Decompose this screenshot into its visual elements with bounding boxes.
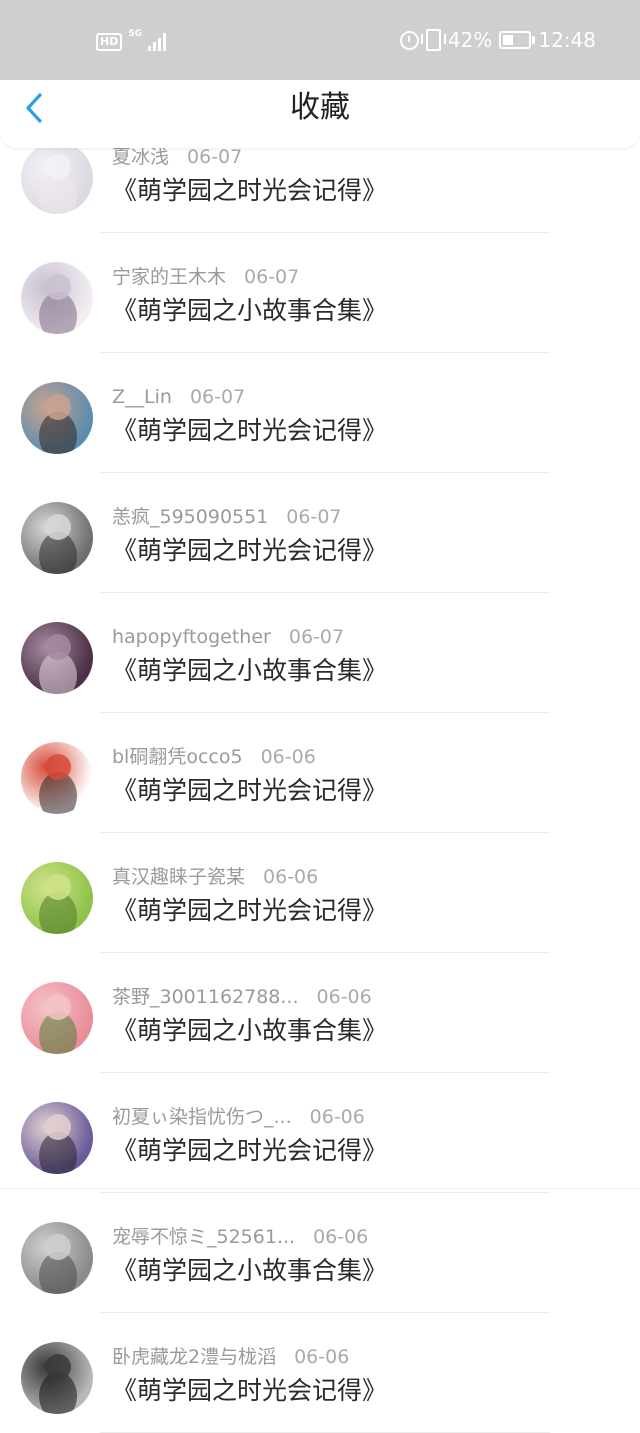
clock: 12:48 <box>538 28 596 52</box>
author-name[interactable]: 卧虎藏龙2澧与栊滔 <box>112 1346 276 1368</box>
story-title[interactable]: 《萌学园之时光会记得》 <box>112 175 387 207</box>
author-line: hapopyftogether 06-07 <box>112 625 344 649</box>
author-line: 宠辱不惊ミ_52561... 06-06 <box>112 1225 368 1249</box>
author-name[interactable]: 真汉趣睐子瓷某 <box>112 866 245 888</box>
list-item[interactable]: 茶野_3001162788... 06-06 《萌学园之小故事合集》 <box>0 953 640 1073</box>
story-title[interactable]: 《萌学园之时光会记得》 <box>112 1135 387 1167</box>
avatar-shape <box>45 154 71 180</box>
hd-icon: HD <box>96 33 123 51</box>
avatar-shape <box>45 634 71 660</box>
avatar[interactable] <box>21 502 93 574</box>
avatar[interactable] <box>21 1102 93 1174</box>
story-title[interactable]: 《萌学园之小故事合集》 <box>112 1015 387 1047</box>
avatar-shape <box>45 1354 71 1380</box>
author-line: 夏冰浅 06-07 <box>112 145 242 169</box>
list-item[interactable]: 初夏ぃ染指忧伤つ_... 06-06 《萌学园之时光会记得》 <box>0 1073 640 1193</box>
author-line: 宁家的王木木 06-07 <box>112 265 299 289</box>
story-title[interactable]: 《萌学园之时光会记得》 <box>112 775 387 807</box>
author-line: 卧虎藏龙2澧与栊滔 06-06 <box>112 1345 349 1369</box>
avatar-shape <box>45 1114 71 1140</box>
avatar-shape <box>45 394 71 420</box>
author-name[interactable]: hapopyftogether <box>112 626 271 648</box>
author-name[interactable]: 初夏ぃ染指忧伤つ_... <box>112 1106 292 1128</box>
avatar-shape <box>45 994 71 1020</box>
avatar-shape <box>45 514 71 540</box>
post-date: 06-06 <box>316 986 372 1008</box>
post-date: 06-07 <box>244 266 300 288</box>
avatar-shape <box>45 1234 71 1260</box>
status-left: HD 5G <box>96 29 166 51</box>
post-date: 06-06 <box>313 1226 369 1248</box>
author-name[interactable]: 恙疯_595090551 <box>112 506 268 528</box>
avatar-shape <box>45 754 71 780</box>
author-line: 真汉趣睐子瓷某 06-06 <box>112 865 318 889</box>
author-name[interactable]: Z__Lin <box>112 386 172 408</box>
story-title[interactable]: 《萌学园之时光会记得》 <box>112 415 387 447</box>
author-name[interactable]: 宠辱不惊ミ_52561... <box>112 1226 295 1248</box>
avatar[interactable] <box>21 862 93 934</box>
list-item[interactable]: Z__Lin 06-07 《萌学园之时光会记得》 <box>0 353 640 473</box>
post-date: 06-06 <box>309 1106 365 1128</box>
author-line: 茶野_3001162788... 06-06 <box>112 985 372 1009</box>
battery-percent: 42% <box>447 28 493 52</box>
list-item[interactable]: hapopyftogether 06-07 《萌学园之小故事合集》 <box>0 593 640 713</box>
battery-icon <box>499 31 536 49</box>
avatar-shape <box>45 874 71 900</box>
author-line: 初夏ぃ染指忧伤つ_... 06-06 <box>112 1105 365 1129</box>
list-item[interactable]: 宁家的王木木 06-07 《萌学园之小故事合集》 <box>0 233 640 353</box>
list-item[interactable]: 宠辱不惊ミ_52561... 06-06 《萌学园之小故事合集》 <box>0 1193 640 1313</box>
author-name[interactable]: 夏冰浅 <box>112 146 169 168</box>
post-date: 06-06 <box>294 1346 350 1368</box>
post-date: 06-07 <box>286 506 342 528</box>
alarm-icon <box>399 30 419 50</box>
story-title[interactable]: 《萌学园之小故事合集》 <box>112 1255 387 1287</box>
list-item[interactable]: 卧虎藏龙2澧与栊滔 06-06 《萌学园之时光会记得》 <box>0 1313 640 1433</box>
author-name[interactable]: 宁家的王木木 <box>112 266 226 288</box>
avatar[interactable] <box>21 142 93 214</box>
author-name[interactable]: 茶野_3001162788... <box>112 986 299 1008</box>
status-right: 42% 12:48 <box>399 27 596 53</box>
story-title[interactable]: 《萌学园之时光会记得》 <box>112 1375 387 1407</box>
story-title[interactable]: 《萌学园之小故事合集》 <box>112 295 387 327</box>
network-type-label: 5G <box>128 29 142 39</box>
avatar[interactable] <box>21 262 93 334</box>
avatar-shape <box>45 274 71 300</box>
author-line: Z__Lin 06-07 <box>112 385 245 409</box>
list-item[interactable]: 真汉趣睐子瓷某 06-06 《萌学园之时光会记得》 <box>0 833 640 953</box>
post-date: 06-07 <box>288 626 345 648</box>
avatar[interactable] <box>21 1342 93 1414</box>
avatar[interactable] <box>21 742 93 814</box>
header-bar: 收藏 <box>0 68 640 148</box>
author-line: bl硐翿凭occo5 06-06 <box>112 745 316 769</box>
avatar[interactable] <box>21 382 93 454</box>
signal-icon <box>148 33 166 51</box>
author-line: 恙疯_595090551 06-07 <box>112 505 342 529</box>
battery-level-fill <box>503 35 514 45</box>
avatar[interactable] <box>21 622 93 694</box>
page-title: 收藏 <box>290 90 350 125</box>
status-bar: HD 5G 42% 12:48 <box>0 0 640 80</box>
post-date: 06-06 <box>260 746 316 768</box>
avatar[interactable] <box>21 982 93 1054</box>
author-name[interactable]: bl硐翿凭occo5 <box>112 746 243 768</box>
post-date: 06-07 <box>189 386 246 408</box>
story-title[interactable]: 《萌学园之时光会记得》 <box>112 895 387 927</box>
list-item[interactable]: bl硐翿凭occo5 06-06 《萌学园之时光会记得》 <box>0 713 640 833</box>
favorites-list: 夏冰浅 06-07 《萌学园之时光会记得》 宁家的王木木 06-07 《萌学园之小故事合集… <box>0 113 640 1433</box>
story-title[interactable]: 《萌学园之时光会记得》 <box>112 535 387 567</box>
post-date: 06-07 <box>187 146 243 168</box>
post-date: 06-06 <box>263 866 319 888</box>
vibrate-icon <box>420 29 446 51</box>
avatar[interactable] <box>21 1222 93 1294</box>
story-title[interactable]: 《萌学园之小故事合集》 <box>112 655 387 687</box>
list-item[interactable]: 恙疯_595090551 06-07 《萌学园之时光会记得》 <box>0 473 640 593</box>
